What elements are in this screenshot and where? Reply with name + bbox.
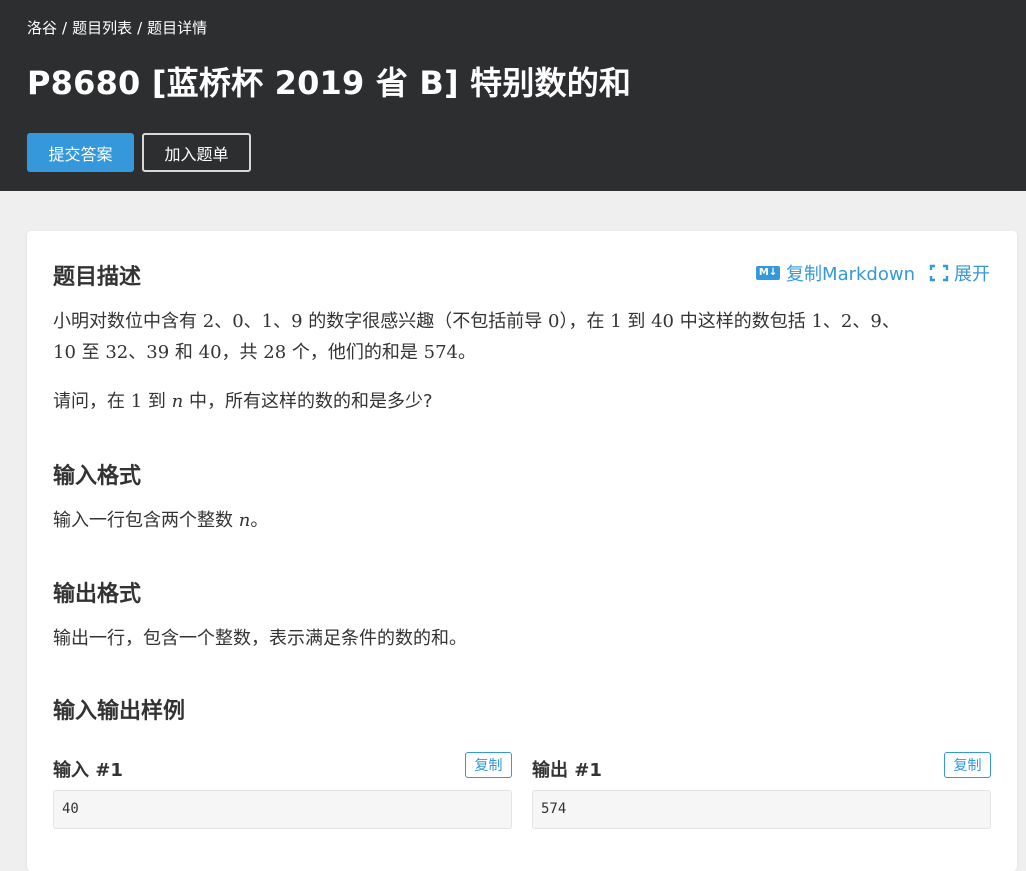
toolbar: M↓ 复制Markdown 展开 bbox=[756, 260, 990, 286]
copy-input-button[interactable]: 复制 bbox=[465, 752, 512, 778]
copy-output-button[interactable]: 复制 bbox=[944, 752, 991, 778]
breadcrumb-problem-detail[interactable]: 题目详情 bbox=[147, 19, 207, 37]
input-format-text: 输入一行包含两个整数 n。 bbox=[53, 510, 269, 531]
output-format-heading: 输出格式 bbox=[53, 582, 142, 607]
samples-heading: 输入输出样例 bbox=[53, 699, 186, 724]
output-format-text: 输出一行，包含一个整数，表示满足条件的数的和。 bbox=[53, 628, 467, 649]
description-paragraph-2: 请问，在 1 到 n 中，所有这样的数的和是多少? bbox=[53, 391, 433, 412]
problem-card: 题目描述 M↓ 复制Markdown 展开 小明对数位中含有 2、0、1、9 的… bbox=[27, 231, 1017, 871]
breadcrumb-separator: / bbox=[62, 19, 68, 37]
expand-label: 展开 bbox=[954, 264, 990, 285]
description-heading: 题目描述 bbox=[53, 265, 142, 290]
page-title: P8680 [蓝桥杯 2019 省 B] 特别数的和 bbox=[27, 64, 632, 102]
sample-output-label: 输出 #1 bbox=[532, 760, 602, 781]
breadcrumb: 洛谷 / 题目列表 / 题目详情 bbox=[27, 17, 207, 38]
breadcrumb-separator: / bbox=[137, 19, 143, 37]
expand-button[interactable]: 展开 bbox=[929, 260, 990, 286]
description-paragraph-1: 小明对数位中含有 2、0、1、9 的数字很感兴趣（不包括前导 0），在 1 到 … bbox=[53, 311, 900, 363]
sample-input-box[interactable]: 40 bbox=[53, 790, 512, 829]
markdown-icon: M↓ bbox=[756, 266, 781, 280]
expand-icon bbox=[929, 264, 949, 282]
breadcrumb-problem-list[interactable]: 题目列表 bbox=[72, 19, 132, 37]
copy-markdown-label: 复制Markdown bbox=[786, 264, 915, 285]
sample-output-box[interactable]: 574 bbox=[532, 790, 991, 829]
add-to-list-button[interactable]: 加入题单 bbox=[142, 133, 251, 172]
submit-answer-button[interactable]: 提交答案 bbox=[27, 133, 134, 172]
sample-input-label: 输入 #1 bbox=[53, 760, 123, 781]
page-header: 洛谷 / 题目列表 / 题目详情 P8680 [蓝桥杯 2019 省 B] 特别数的和 … bbox=[0, 0, 1026, 191]
breadcrumb-home[interactable]: 洛谷 bbox=[27, 19, 57, 37]
input-format-heading: 输入格式 bbox=[53, 464, 142, 489]
copy-markdown-button[interactable]: M↓ 复制Markdown bbox=[756, 260, 915, 286]
